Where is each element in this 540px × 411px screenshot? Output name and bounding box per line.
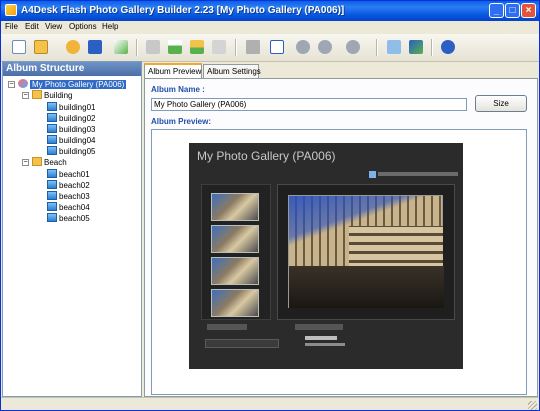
album-preview-label: Album Preview: <box>151 117 212 126</box>
tree-item-beach02[interactable]: beach02 <box>47 180 90 191</box>
album-preview-area: My Photo Gallery (PA006) <box>151 129 527 395</box>
image-caption <box>305 336 337 340</box>
image-description <box>305 343 345 346</box>
minimize-button[interactable]: _ <box>489 3 504 18</box>
street-shadow <box>289 266 444 308</box>
add-image-icon[interactable] <box>165 37 185 57</box>
gallery-thumbnail <box>211 257 259 285</box>
navigate-icon[interactable] <box>343 37 363 57</box>
move-down-icon[interactable] <box>315 37 335 57</box>
album-icon <box>18 79 28 88</box>
tab-album-settings[interactable]: Album Settings <box>203 64 261 78</box>
collapse-root-icon[interactable]: − <box>8 81 15 88</box>
album-preview-tab-content: Album Name : My Photo Gallery (PA006) Si… <box>144 78 538 397</box>
gallery-selector <box>205 339 279 348</box>
preview-icon[interactable] <box>384 37 404 57</box>
tree-item-building01[interactable]: building01 <box>47 102 95 113</box>
maximize-button[interactable]: □ <box>505 3 520 18</box>
album-name-field[interactable]: My Photo Gallery (PA006) <box>151 98 467 111</box>
new-icon[interactable] <box>9 37 29 57</box>
add-folder-icon[interactable] <box>187 37 207 57</box>
status-bar <box>1 397 539 410</box>
gallery-main-image <box>288 195 444 308</box>
menu-options[interactable]: Options <box>69 22 97 31</box>
image-icon <box>47 135 57 144</box>
image-icon <box>47 102 57 111</box>
add-album-icon[interactable] <box>143 37 163 57</box>
properties-icon[interactable] <box>209 37 229 57</box>
app-icon <box>5 4 17 16</box>
title-bar[interactable]: A4Desk Flash Photo Gallery Builder 2.23 … <box>1 1 539 21</box>
image-description-header <box>295 324 343 330</box>
help-icon[interactable] <box>438 37 458 57</box>
gallery-preview: My Photo Gallery (PA006) <box>189 143 463 369</box>
gallery-thumbnails <box>201 184 271 320</box>
tree-root[interactable]: My Photo Gallery (PA006) <box>18 79 127 90</box>
collapse-building-icon[interactable]: − <box>22 92 29 99</box>
tree-folder-building[interactable]: Building <box>32 90 72 101</box>
image-icon <box>47 180 57 189</box>
folder-icon <box>32 90 42 99</box>
tree-folder-beach[interactable]: Beach <box>32 157 67 168</box>
gallery-main-image-frame <box>277 184 455 320</box>
app-window: A4Desk Flash Photo Gallery Builder 2.23 … <box>0 0 540 411</box>
window-title: A4Desk Flash Photo Gallery Builder 2.23 … <box>21 5 345 16</box>
menu-view[interactable]: View <box>45 22 62 31</box>
image-icon <box>47 146 57 155</box>
image-icon <box>47 202 57 211</box>
delete-icon[interactable] <box>243 37 263 57</box>
move-up-icon[interactable] <box>293 37 313 57</box>
image-icon <box>47 213 57 222</box>
tree-item-beach05[interactable]: beach05 <box>47 213 90 224</box>
rename-icon[interactable] <box>267 37 287 57</box>
publish-icon[interactable] <box>406 37 426 57</box>
main-panel: Album Preview Album Settings Album Name … <box>144 61 538 397</box>
toolbar <box>1 34 539 62</box>
image-icon <box>47 124 57 133</box>
tree-item-building04[interactable]: building04 <box>47 135 95 146</box>
image-icon <box>47 191 57 200</box>
gallery-powered-by <box>369 171 459 178</box>
tree-item-beach03[interactable]: beach03 <box>47 191 90 202</box>
menu-file[interactable]: File <box>5 22 18 31</box>
album-structure-header: Album Structure <box>3 62 141 76</box>
album-name-label: Album Name : <box>151 85 205 94</box>
gallery-bottom-bar <box>197 324 455 363</box>
powered-by-icon <box>369 171 376 178</box>
tree-item-building05[interactable]: building05 <box>47 146 95 157</box>
gallery-thumbnail <box>211 193 259 221</box>
open-icon[interactable] <box>31 37 51 57</box>
menu-bar: File Edit View Options Help <box>1 21 539 34</box>
photo-galleries-header <box>207 324 247 330</box>
close-button[interactable]: × <box>521 3 536 18</box>
image-icon <box>47 113 57 122</box>
tree-item-beach01[interactable]: beach01 <box>47 169 90 180</box>
tree-item-building02[interactable]: building02 <box>47 113 95 124</box>
save-icon[interactable] <box>85 37 105 57</box>
powered-by-line <box>378 172 458 176</box>
export-icon[interactable] <box>111 37 131 57</box>
size-button[interactable]: Size <box>475 95 527 112</box>
gallery-thumbnail <box>211 289 259 317</box>
tree-item-beach04[interactable]: beach04 <box>47 202 90 213</box>
resize-grip-icon[interactable] <box>528 401 537 410</box>
tab-album-preview[interactable]: Album Preview <box>144 63 202 79</box>
collapse-beach-icon[interactable]: − <box>22 159 29 166</box>
gallery-thumbnail <box>211 225 259 253</box>
gallery-title: My Photo Gallery (PA006) <box>197 149 336 163</box>
folder-icon <box>32 157 42 166</box>
image-icon <box>47 169 57 178</box>
tree-item-building03[interactable]: building03 <box>47 124 95 135</box>
reload-icon[interactable] <box>63 37 83 57</box>
menu-edit[interactable]: Edit <box>25 22 39 31</box>
menu-help[interactable]: Help <box>102 22 118 31</box>
album-structure-panel: Album Structure − My Photo Gallery (PA00… <box>2 61 142 397</box>
